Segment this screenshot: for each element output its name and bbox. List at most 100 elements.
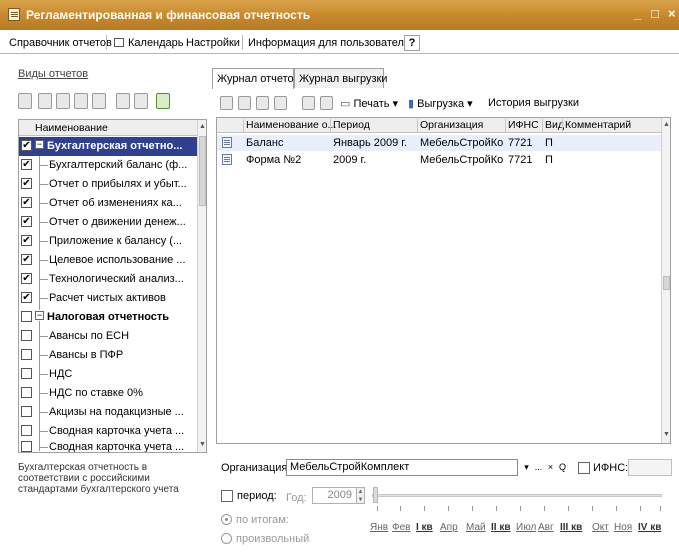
tree-item[interactable]: ✔ Целевое использование ... xyxy=(19,251,197,270)
tab-export-journal[interactable]: Журнал выгрузки xyxy=(294,68,387,88)
open-icon[interactable]: Q xyxy=(557,459,568,476)
tree-group-accounting[interactable]: ✔ − Бухгалтерская отчетно... xyxy=(19,137,197,156)
tree-item[interactable]: ✔ Отчет о движении денеж... xyxy=(19,213,197,232)
tree-item[interactable]: ✔ Приложение к балансу (... xyxy=(19,232,197,251)
checkbox[interactable]: ✔ xyxy=(21,197,32,208)
custom-radio[interactable] xyxy=(221,533,232,544)
period-slider-thumb[interactable] xyxy=(373,487,378,503)
copy-icon[interactable] xyxy=(38,93,52,109)
tree-icon[interactable] xyxy=(74,93,88,109)
column-header-name[interactable]: Наименование о... xyxy=(243,119,336,132)
maximize-button[interactable]: □ xyxy=(651,6,659,21)
totals-radio[interactable] xyxy=(221,514,232,525)
tree-scrollbar[interactable]: ▲ ▼ xyxy=(197,120,206,452)
tree-item[interactable]: НДС по ставке 0% xyxy=(19,384,197,403)
tree-item[interactable]: ✔ Бухгалтерский баланс (ф... xyxy=(19,156,197,175)
quarter-3[interactable]: III кв xyxy=(560,522,582,533)
checkbox[interactable] xyxy=(21,387,32,398)
year-field[interactable]: 2009 xyxy=(312,487,357,504)
checkbox[interactable] xyxy=(21,406,32,417)
collapse-icon[interactable]: − xyxy=(35,311,44,320)
tree-item[interactable]: ✔ Технологический анализ... xyxy=(19,270,197,289)
period-checkbox[interactable] xyxy=(221,490,233,502)
ifns-field[interactable] xyxy=(628,459,672,476)
table-row[interactable]: Баланс Январь 2009 г. МебельСтройКо... 7… xyxy=(217,135,661,151)
menu-item-calendar[interactable]: Календарь xyxy=(114,37,184,49)
scroll-down-icon[interactable]: ▼ xyxy=(662,428,670,442)
column-header-ifns[interactable]: ИФНС xyxy=(505,119,541,132)
tree-item[interactable]: НДС xyxy=(19,365,197,384)
quarter-4[interactable]: IV кв xyxy=(638,522,661,533)
month-jan[interactable]: Янв xyxy=(370,522,388,533)
tree-item[interactable]: Авансы в ПФР xyxy=(19,346,197,365)
checkbox[interactable]: ✔ xyxy=(21,140,32,151)
month-aug[interactable]: Авг xyxy=(538,522,554,533)
tree-item[interactable]: ✔ Отчет об изменениях ка... xyxy=(19,194,197,213)
quarter-2[interactable]: II кв xyxy=(491,522,511,533)
tree-item[interactable]: Акцизы на подакцизные ... xyxy=(19,403,197,422)
table-row[interactable]: Форма №2 2009 г. МебельСтройКо... 7721 П xyxy=(217,152,661,168)
period-slider-track[interactable] xyxy=(372,494,662,497)
organization-field[interactable]: МебельСтройКомплект xyxy=(286,459,518,476)
scroll-up-icon[interactable]: ▲ xyxy=(198,120,206,134)
checkbox[interactable] xyxy=(21,441,32,452)
checkbox[interactable] xyxy=(21,330,32,341)
month-feb[interactable]: Фев xyxy=(392,522,410,533)
hierarchy-icon[interactable] xyxy=(256,96,269,110)
tree-group-tax[interactable]: − Налоговая отчетность xyxy=(19,308,197,327)
tab-reports-journal[interactable]: Журнал отчетов xyxy=(212,68,299,89)
checkbox[interactable] xyxy=(21,425,32,436)
ifns-checkbox[interactable] xyxy=(578,462,590,474)
checkbox[interactable]: ✔ xyxy=(21,178,32,189)
checkbox[interactable] xyxy=(21,368,32,379)
new-report-icon[interactable] xyxy=(220,96,233,110)
month-nov[interactable]: Ноя xyxy=(614,522,632,533)
tree-item[interactable]: ✔ Расчет чистых активов xyxy=(19,289,197,308)
tree-view-icon[interactable] xyxy=(238,96,251,110)
month-oct[interactable]: Окт xyxy=(592,522,609,533)
scroll-thumb[interactable] xyxy=(199,136,206,206)
hierarchy-icon[interactable] xyxy=(92,93,106,109)
checkbox[interactable] xyxy=(21,349,32,360)
menu-item-user-info[interactable]: Информация для пользователей xyxy=(248,37,416,49)
tree-item[interactable]: ✔ Отчет о прибылях и убыт... xyxy=(19,175,197,194)
help-button[interactable]: ? xyxy=(404,35,420,51)
new-icon[interactable] xyxy=(18,93,32,109)
checkbox[interactable]: ✔ xyxy=(21,273,32,284)
settings-icon[interactable] xyxy=(134,93,148,109)
print-menu-button[interactable]: ▭ Печать ▾ xyxy=(340,97,398,110)
dropdown-icon[interactable]: ▾ xyxy=(521,459,532,476)
checkbox[interactable]: ✔ xyxy=(21,254,32,265)
month-may[interactable]: Май xyxy=(466,522,486,533)
filter-icon[interactable] xyxy=(274,96,287,110)
checkbox[interactable]: ✔ xyxy=(21,159,32,170)
refresh-icon[interactable] xyxy=(320,96,333,110)
column-header-comment[interactable]: Комментарий xyxy=(562,119,652,132)
year-spinner[interactable]: ▲ ▼ xyxy=(356,487,365,504)
scroll-down-icon[interactable]: ▼ xyxy=(198,438,206,452)
export-history-button[interactable]: История выгрузки xyxy=(488,97,579,109)
checkbox[interactable]: ✔ xyxy=(21,216,32,227)
tree-item[interactable]: Авансы по ЕСН xyxy=(19,327,197,346)
clear-icon[interactable]: × xyxy=(545,459,556,476)
menu-item-settings[interactable]: Настройки xyxy=(186,37,240,49)
report-types-tree[interactable]: Наименование ✔ − Бухгалтерская отчетно..… xyxy=(18,119,207,453)
checkbox[interactable] xyxy=(21,311,32,322)
month-apr[interactable]: Апр xyxy=(440,522,458,533)
scroll-up-icon[interactable]: ▲ xyxy=(662,118,670,132)
refresh-icon[interactable] xyxy=(116,93,130,109)
month-jul[interactable]: Июл xyxy=(516,522,536,533)
quarter-1[interactable]: I кв xyxy=(416,522,433,533)
export-menu-button[interactable]: ▮ Выгрузка ▾ xyxy=(408,97,473,110)
filter-icon[interactable] xyxy=(156,93,170,109)
column-header-organization[interactable]: Организация xyxy=(417,119,503,132)
edit-icon[interactable] xyxy=(56,93,70,109)
column-header-period[interactable]: Период xyxy=(330,119,416,132)
scroll-thumb[interactable] xyxy=(663,276,670,290)
collapse-icon[interactable]: − xyxy=(35,140,44,149)
close-button[interactable]: × xyxy=(668,6,676,21)
select-button[interactable]: ... xyxy=(533,459,544,476)
reports-journal-table[interactable]: Наименование о... Период Организация ИФН… xyxy=(216,117,671,444)
settings-icon[interactable] xyxy=(302,96,315,110)
checkbox[interactable]: ✔ xyxy=(21,292,32,303)
